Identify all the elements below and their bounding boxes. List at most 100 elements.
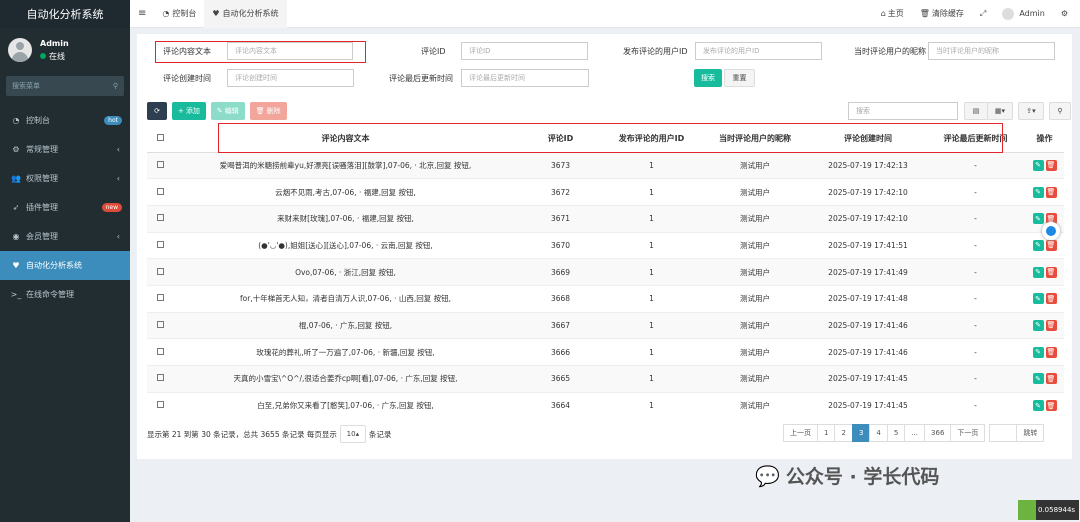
row-delete-icon[interactable]: 🗑 [1045,186,1057,198]
search-button[interactable]: 搜索 [694,69,722,87]
cogs-icon: ⚙ [12,145,20,154]
tab-analysis[interactable]: ♥ 自动化分析系统 [204,0,287,28]
home-link[interactable]: ⌂ 主页 [873,0,912,28]
page-button[interactable]: 1 [817,424,836,442]
export-icon[interactable]: ⇪▾ [1018,102,1044,120]
row-edit-icon[interactable]: ✎ [1032,239,1044,251]
page-size-select[interactable]: 10 ▴ [339,425,366,443]
row-edit-icon[interactable]: ✎ [1032,159,1044,171]
next-page-button[interactable]: 下一页 [950,424,986,442]
row-delete-icon[interactable]: 🗑 [1045,400,1057,412]
chat-float-icon[interactable] [1042,222,1060,240]
prev-page-button[interactable]: 上一页 [783,424,818,442]
row-edit-icon[interactable]: ✎ [1032,213,1044,225]
page-button[interactable]: 5 [886,424,906,442]
table-row[interactable]: 云烟不见雨,考古,07-06, · 福建,回复 按钮, 3672 1 测试用户 2025… [147,178,1064,206]
delete-button[interactable]: 🗑 删除 [249,102,287,120]
page-button[interactable]: 2 [834,424,853,442]
row-edit-icon[interactable]: ✎ [1032,319,1044,331]
cell-comment-text: Ovo,07-06, · 浙江,回复 按钮, [173,258,518,286]
cell-comment-text: 爱喝普洱的米糖捞前辈yu,好漂亮[误骚落泪][鼓掌],07-06, · 北京,回… [173,151,518,179]
sidebar-item-label: 权限管理 [26,174,58,183]
cell-user-id: 1 [603,311,700,339]
row-delete-icon[interactable]: 🗑 [1045,239,1057,251]
row-delete-icon[interactable]: 🗑 [1045,266,1057,278]
row-edit-icon[interactable]: ✎ [1032,346,1044,358]
watermark: 💬 公众号 · 学长代码 [755,462,939,489]
row-checkbox[interactable] [147,231,173,259]
select-all-checkbox[interactable] [147,125,173,153]
row-edit-icon[interactable]: ✎ [1032,293,1044,305]
table-row[interactable]: 爱喝普洱的米糖捞前辈yu,好漂亮[误骚落泪][鼓掌],07-06, · 北京,回… [147,151,1064,179]
row-delete-icon[interactable]: 🗑 [1045,346,1057,358]
row-delete-icon[interactable]: 🗑 [1045,319,1057,331]
page-button[interactable]: 4 [869,424,888,442]
clear-cache-button[interactable]: 🗑 清除缓存 [912,0,972,28]
fullscreen-icon[interactable]: ⤢ [972,0,994,28]
add-button[interactable]: + 添加 [172,102,206,120]
row-edit-icon[interactable]: ✎ [1032,400,1044,412]
brand-title[interactable]: 自动化分析系统 [0,0,130,28]
menu-toggle-icon[interactable]: ≡ [130,0,154,28]
row-checkbox[interactable] [147,365,173,393]
table-row[interactable]: 来财来财[玫瑰],07-06, · 福建,回复 按钮, 3671 1 测试用户 2025… [147,204,1064,233]
edit-button[interactable]: ✎ 编辑 [210,102,245,120]
table-row[interactable]: (●'◡'●),姐姐[送心][送心],07-06, · 云南,回复 按钮, 367… [147,231,1064,259]
row-checkbox[interactable] [147,258,173,286]
table-search-input[interactable]: 搜索 [848,102,958,120]
page-button[interactable]: 366 [924,424,952,442]
user-id-input[interactable]: 发布评论的用户ID [695,42,822,60]
row-checkbox[interactable] [147,284,173,313]
cell-nickname: 测试用户 [700,365,810,393]
row-checkbox[interactable] [147,151,173,179]
columns-icon[interactable]: ▦▾ [987,102,1013,120]
table-row[interactable]: for,十年梯首无人知，清者自清万人识,07-06, · 山西,回复 按钮, 36… [147,284,1064,313]
row-delete-icon[interactable]: 🗑 [1045,159,1057,171]
jump-page-input[interactable] [989,424,1018,442]
sidebar-item-3[interactable]: ➶ 插件管理 new [0,193,130,222]
row-edit-icon[interactable]: ✎ [1032,186,1044,198]
row-checkbox[interactable] [147,391,173,419]
updated-input[interactable]: 评论最后更新时间 [461,69,589,87]
sidebar-item-0[interactable]: ◔ 控制台 hot [0,106,130,135]
header-user[interactable]: Admin [994,0,1053,28]
row-checkbox[interactable] [147,178,173,206]
cell-comment-text: 白至,兄弟你又来看了[憨笑],07-06, · 广东,回复 按钮, [173,391,518,419]
table-row[interactable]: 白至,兄弟你又来看了[憨笑],07-06, · 广东,回复 按钮, 3664 1 测试… [147,391,1064,419]
nickname-input[interactable]: 当时评论用户的昵称 [928,42,1055,60]
page-button[interactable]: 3 [851,424,871,442]
row-edit-icon[interactable]: ✎ [1032,373,1044,385]
cell-nickname: 测试用户 [700,258,810,286]
reset-button[interactable]: 重置 [724,69,755,87]
sidebar-item-label: 插件管理 [26,203,58,212]
row-checkbox[interactable] [147,204,173,233]
pencil-icon: ✎ [216,107,223,115]
refresh-button[interactable]: ⟳ [147,102,167,120]
search-icon[interactable]: ⚲ [113,82,118,90]
comment-id-input[interactable]: 评论ID [461,42,588,60]
row-checkbox[interactable] [147,311,173,339]
jump-button[interactable]: 跳转 [1016,424,1045,442]
settings-gear-icon[interactable]: ⚙ [1053,0,1080,28]
header-user-name: Admin [1019,9,1045,18]
row-delete-icon[interactable]: 🗑 [1045,293,1057,305]
cell-comment-text: 玫瑰花的葬礼,听了一万遍了,07-06, · 新疆,回复 按钮, [173,338,518,366]
table-row[interactable]: 玫瑰花的葬礼,听了一万遍了,07-06, · 新疆,回复 按钮, 3666 1 测试用… [147,338,1064,366]
table-row[interactable]: Ovo,07-06, · 浙江,回复 按钮, 3669 1 测试用户 2025-07-1… [147,258,1064,286]
sidebar-item-4[interactable]: ◉ 会员管理 ‹ [0,222,130,251]
row-edit-icon[interactable]: ✎ [1032,266,1044,278]
sidebar-item-5[interactable]: ♥ 自动化分析系统 [0,251,130,280]
row-checkbox[interactable] [147,338,173,366]
sidebar-search-input[interactable]: 搜索菜单 ⚲ [6,76,124,96]
table-row[interactable]: 棍,07-06, · 广东,回复 按钮, 3667 1 测试用户 2025-07-19 … [147,311,1064,339]
sidebar-item-1[interactable]: ⚙ 常规管理 ‹ [0,135,130,164]
table-row[interactable]: 天真的小雪宝\^O^/,很适合姜乔cp啊[看],07-06, · 广东,回复 按… [147,365,1064,393]
cell-comment-text: 天真的小雪宝\^O^/,很适合姜乔cp啊[看],07-06, · 广东,回复 按… [173,365,518,393]
advanced-search-icon[interactable]: ⚲ [1049,102,1071,120]
toggle-view-icon[interactable]: ▤ [964,102,988,120]
sidebar-item-6[interactable]: >_ 在线命令管理 [0,280,130,309]
sidebar-item-2[interactable]: 👥 权限管理 ‹ [0,164,130,193]
created-input[interactable]: 评论创建时间 [227,69,354,87]
row-delete-icon[interactable]: 🗑 [1045,373,1057,385]
tab-dashboard[interactable]: ◔ 控制台 [154,0,204,28]
